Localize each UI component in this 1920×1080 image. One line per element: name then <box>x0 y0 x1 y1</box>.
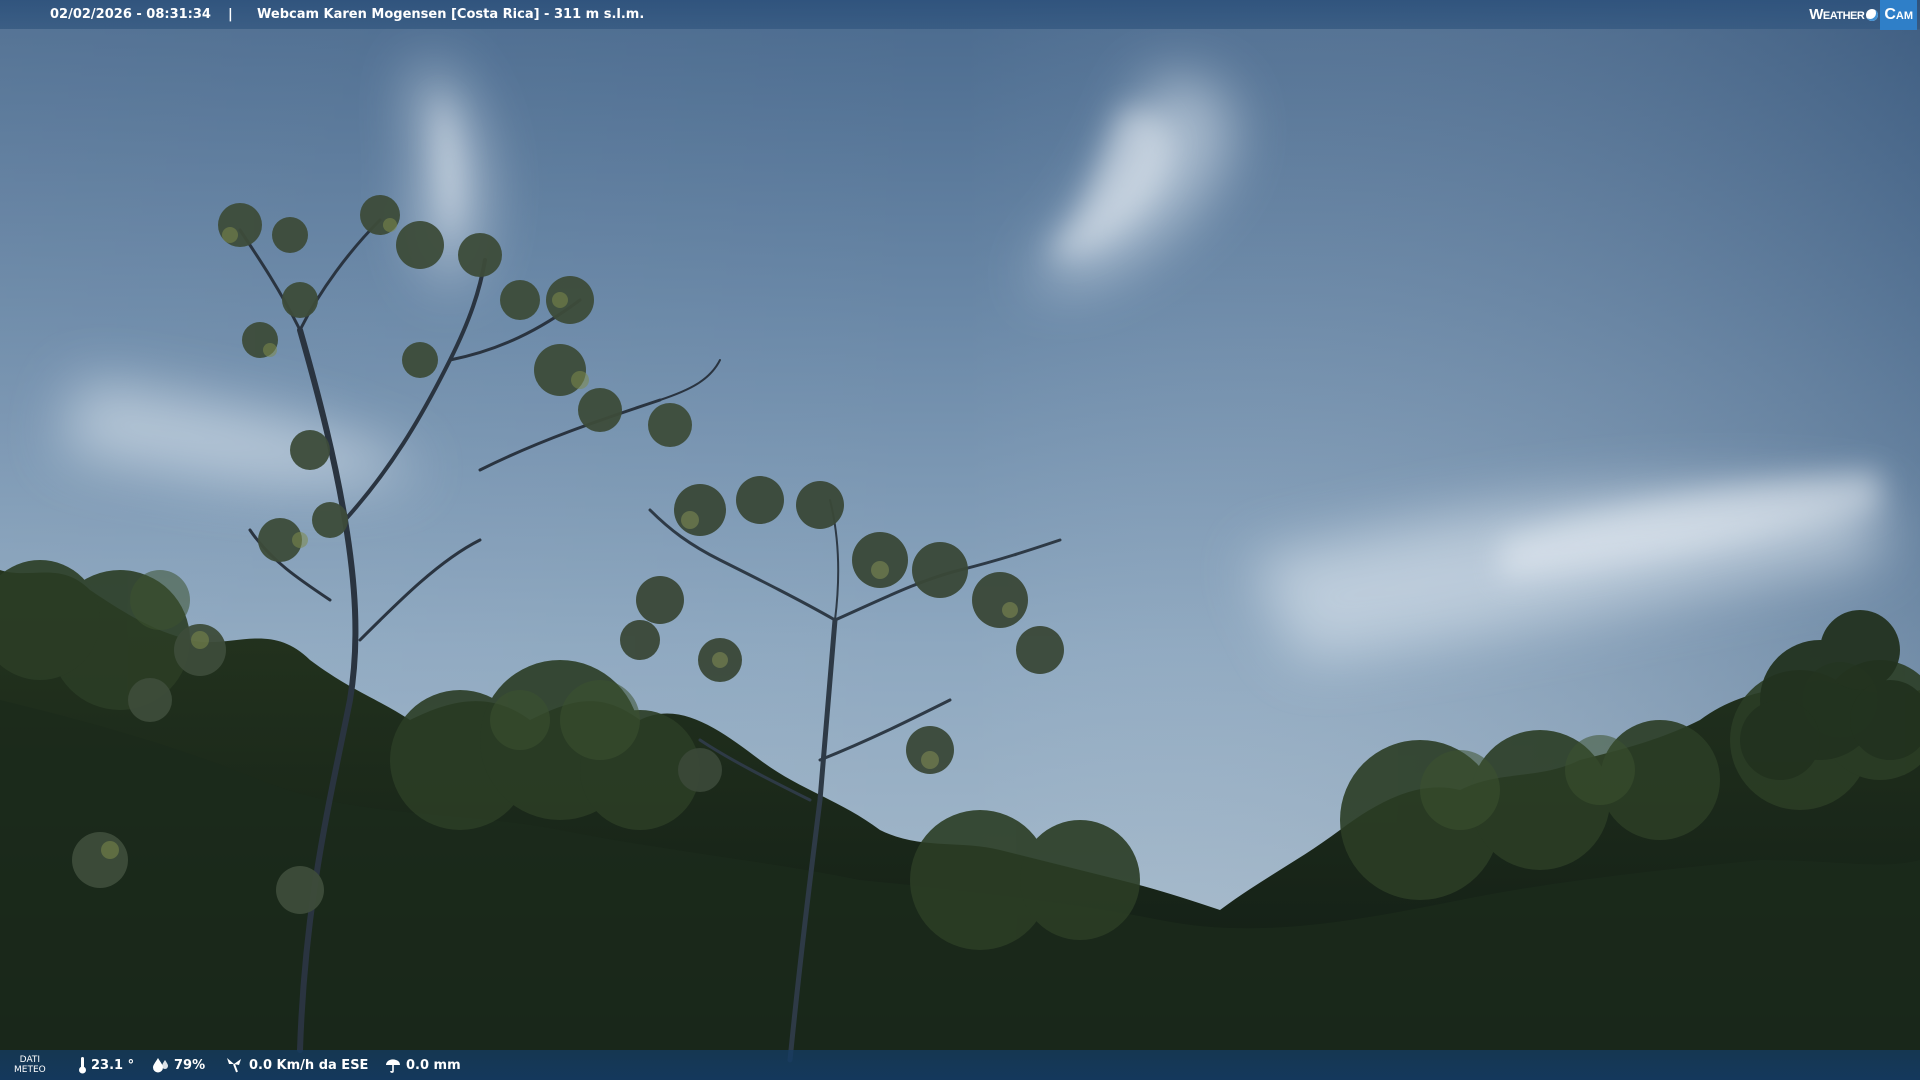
meteo-label-line1: DATI <box>19 1055 41 1065</box>
temperature-value: 23.1 ° <box>91 1057 135 1073</box>
wind-value: 0.0 Km/h da ESE <box>249 1057 369 1073</box>
webcam-image <box>0 0 1920 1080</box>
meteo-label-line2: METEO <box>14 1065 46 1075</box>
rain-reading: 0.0 mm <box>384 1050 461 1080</box>
humidity-value: 79% <box>174 1057 206 1073</box>
humidity-icon <box>152 1057 170 1073</box>
logo-weather-text: Weather <box>1809 6 1865 23</box>
webcam-frame: 02/02/2026 - 08:31:34 | Webcam Karen Mog… <box>0 0 1920 1080</box>
wind-reading: 0.0 Km/h da ESE <box>225 1050 368 1080</box>
rain-value: 0.0 mm <box>406 1057 461 1073</box>
logo-dot-icon <box>1866 8 1879 21</box>
weather-data-bar: DATI METEO 23.1 ° 79% 0.0 Km/h da ESE 0.… <box>0 1050 1920 1080</box>
humidity-reading: 79% <box>152 1050 205 1080</box>
title-separator: | <box>228 7 233 22</box>
wind-icon <box>225 1056 245 1074</box>
logo-cam-text: Cam <box>1880 0 1917 30</box>
temperature-reading: 23.1 ° <box>78 1050 134 1080</box>
webcam-title: Webcam Karen Mogensen [Costa Rica] - 311… <box>257 7 645 22</box>
timestamp: 02/02/2026 - 08:31:34 <box>50 7 211 22</box>
weathercam-logo: Weather Cam <box>1809 0 1917 30</box>
dati-meteo-label: DATI METEO <box>14 1050 46 1080</box>
top-info-bar: 02/02/2026 - 08:31:34 | Webcam Karen Mog… <box>0 0 1920 30</box>
rain-icon <box>384 1057 402 1073</box>
thermometer-icon <box>78 1056 87 1074</box>
